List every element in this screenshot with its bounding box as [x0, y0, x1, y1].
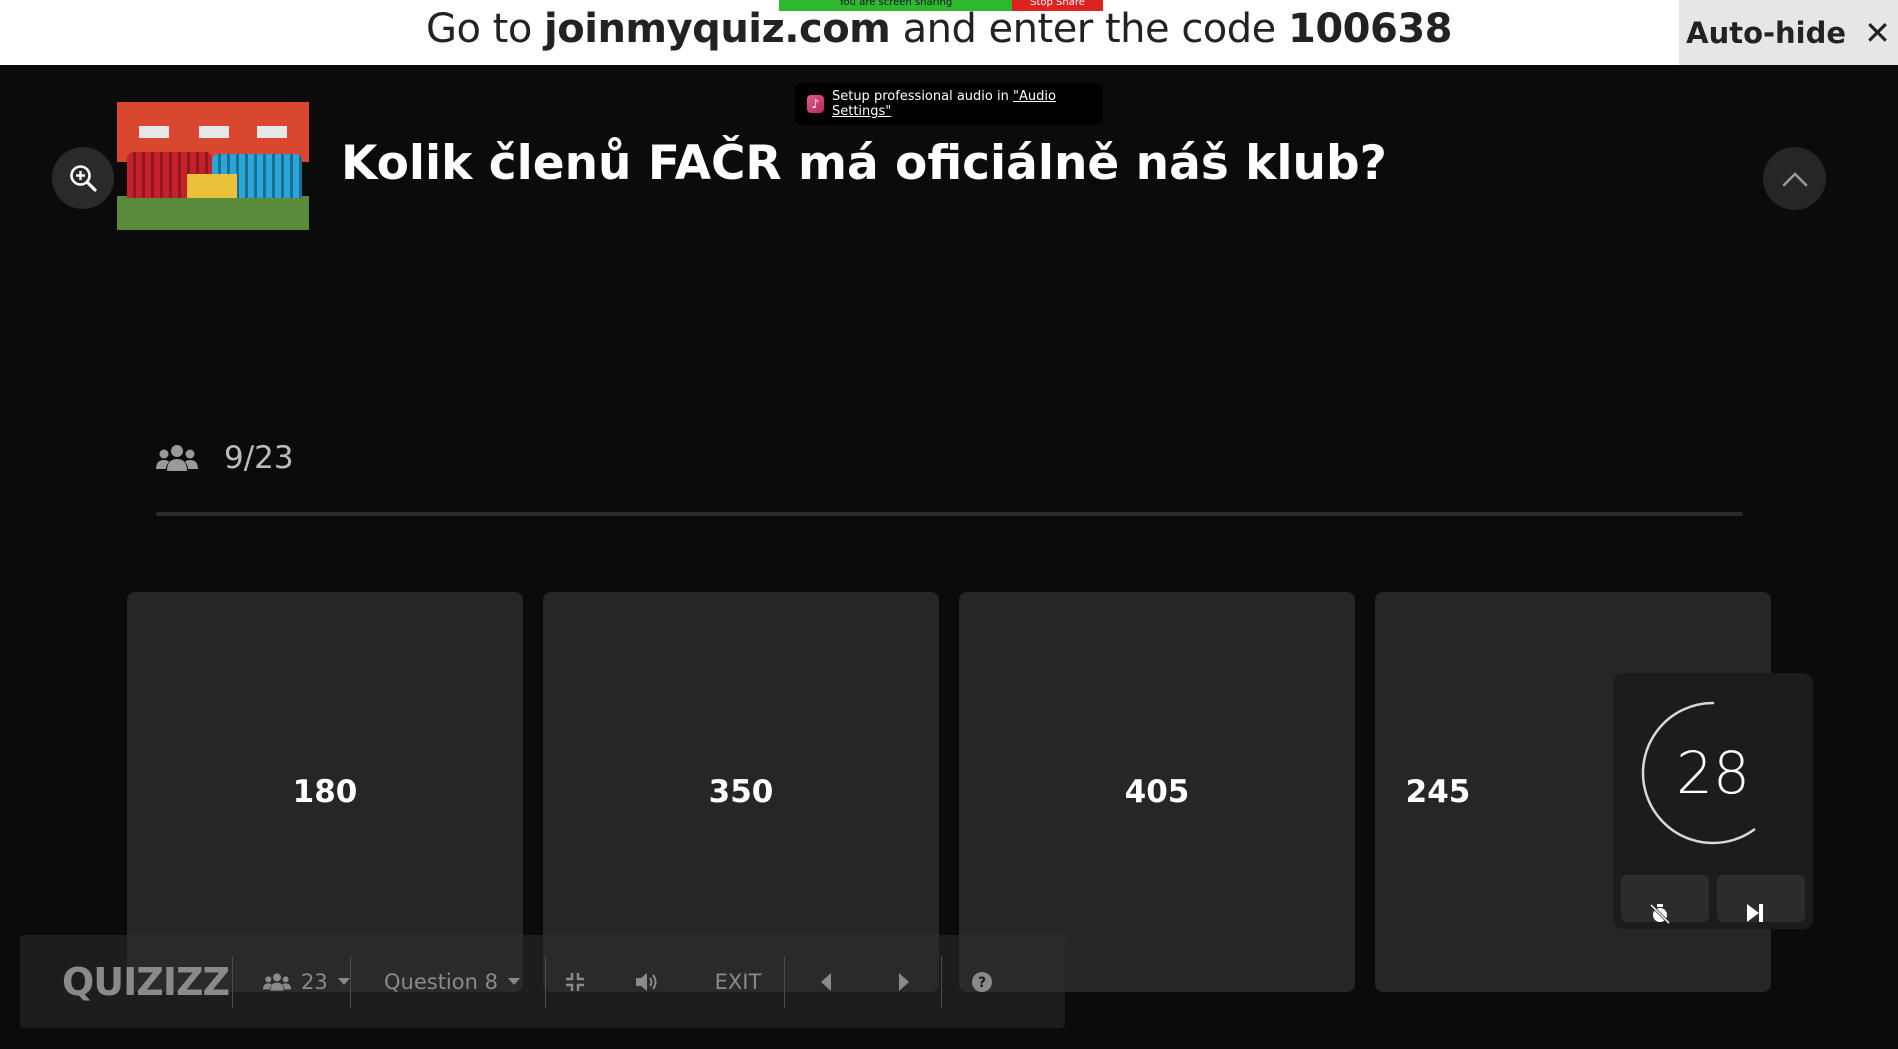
users-icon: [156, 445, 198, 471]
close-icon[interactable]: ✕: [1864, 14, 1891, 52]
help-icon: ?: [972, 971, 992, 992]
responses-counter: 9/23: [156, 440, 294, 476]
pause-timer-button[interactable]: [1621, 875, 1709, 925]
chevron-down-icon: [507, 978, 520, 985]
sound-button[interactable]: [604, 935, 692, 1028]
question-number: Question 8: [384, 969, 498, 994]
next-button[interactable]: [867, 935, 941, 1028]
responses-count: 9/23: [224, 440, 294, 476]
collapse-button[interactable]: [1763, 147, 1826, 210]
auto-hide-button[interactable]: Auto-hide ✕: [1679, 0, 1898, 65]
stop-share-button[interactable]: Stop Share: [1012, 0, 1103, 11]
screen-share-status: You are screen sharing: [779, 0, 1012, 11]
question-text: Kolik členů FAČR má oficiálně náš klub?: [341, 136, 1387, 191]
answer-option-4-label: 245: [1405, 774, 1471, 810]
timer-seconds: 28: [1676, 739, 1750, 807]
chevron-up-icon: [1782, 172, 1807, 186]
join-site: joinmyquiz.com: [544, 6, 891, 52]
zoom-in-icon: [70, 165, 97, 192]
answer-option-3[interactable]: 405: [959, 592, 1355, 992]
progress-divider: [156, 512, 1743, 516]
screen-share-indicator: You are screen sharing Stop Share: [779, 0, 1103, 11]
compress-icon: [566, 972, 584, 991]
players-count: 23: [301, 969, 328, 994]
join-code: 100638: [1288, 6, 1453, 52]
join-prefix: Go to: [425, 6, 545, 52]
caret-right-icon: [899, 972, 909, 991]
auto-hide-label: Auto-hide: [1686, 15, 1847, 50]
audio-toast-text: Setup professional audio in: [831, 89, 1013, 104]
music-note-icon: ♪: [807, 95, 824, 113]
chevron-down-icon: [337, 978, 350, 985]
question-image[interactable]: [117, 102, 309, 230]
timer-off-icon: [1649, 903, 1671, 925]
previous-button[interactable]: [785, 935, 867, 1028]
users-icon: [263, 972, 291, 991]
skip-question-button[interactable]: [1717, 875, 1805, 922]
question-dropdown[interactable]: Question 8: [351, 935, 545, 1028]
timer-panel: 28: [1613, 673, 1813, 929]
skip-next-icon: [1747, 904, 1763, 922]
join-instructions: Go to joinmyquiz.com and enter the code …: [0, 6, 1878, 52]
caret-left-icon: [821, 972, 831, 991]
zoom-image-button[interactable]: [52, 147, 114, 209]
answer-option-2[interactable]: 350: [543, 592, 939, 992]
players-dropdown[interactable]: 23: [233, 935, 350, 1028]
volume-icon: [636, 972, 657, 991]
audio-settings-toast: ♪ Setup professional audio in "Audio Set…: [795, 83, 1103, 125]
join-middle: and enter the code: [890, 6, 1288, 52]
exit-button[interactable]: EXIT: [692, 935, 784, 1028]
exit-fullscreen-button[interactable]: [546, 935, 604, 1028]
svg-text:?: ?: [978, 975, 986, 991]
quizizz-logo: QUIZIZZ: [62, 959, 230, 1004]
help-button[interactable]: ?: [942, 935, 1022, 1028]
host-toolbar: QUIZIZZ 23 Question 8 EXIT ?: [20, 935, 1065, 1028]
answer-option-1[interactable]: 180: [127, 592, 523, 992]
